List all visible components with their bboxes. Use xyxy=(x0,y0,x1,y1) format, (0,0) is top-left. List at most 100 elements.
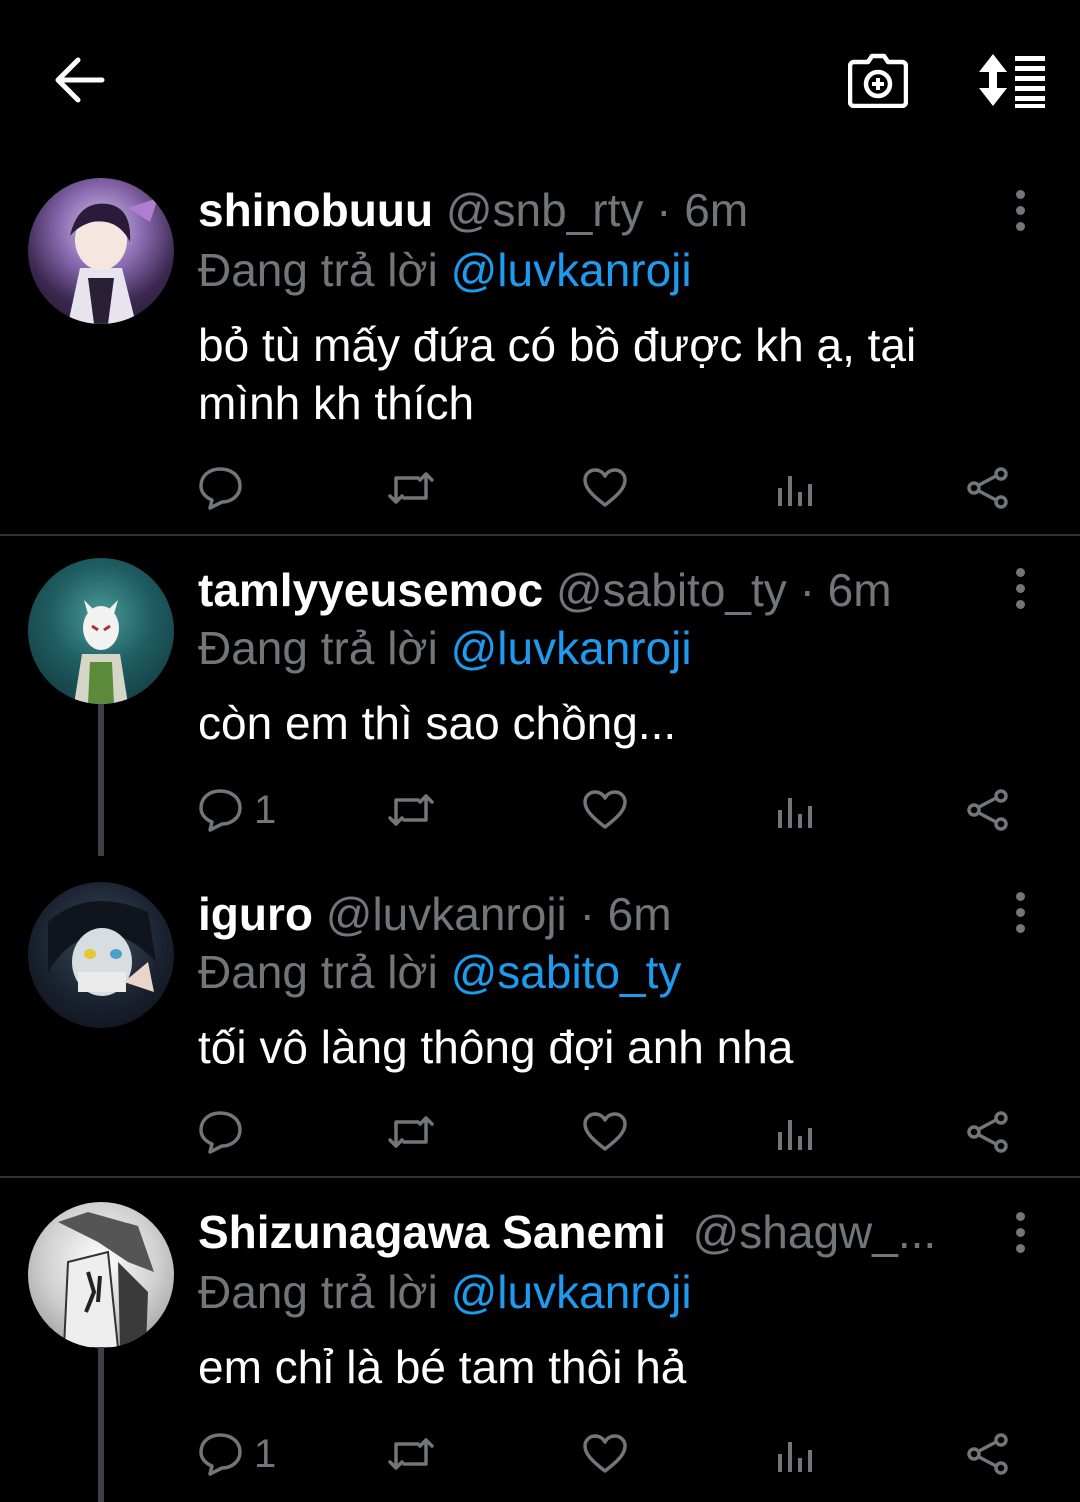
camera-plus-icon xyxy=(848,53,908,108)
avatar-illustration xyxy=(58,1212,154,1348)
display-name[interactable]: iguro xyxy=(198,888,313,940)
analytics-icon xyxy=(778,476,812,506)
reply-count: 1 xyxy=(254,787,277,832)
user-handle[interactable]: @sabito_ty xyxy=(556,564,787,616)
tweet-header: iguro @luvkanroji · 6m xyxy=(198,884,990,944)
heart-icon xyxy=(583,1434,627,1473)
analytics-button[interactable] xyxy=(776,1102,816,1162)
tweet[interactable]: Shizunagawa Sanemi @shagw_... Đang trả l… xyxy=(0,1178,1080,1502)
reply-button[interactable]: 1 xyxy=(198,780,276,840)
more-options-button[interactable] xyxy=(1000,1202,1040,1262)
replying-to: Đang trả lời @luvkanroji xyxy=(198,618,1040,678)
share-button[interactable] xyxy=(966,780,1010,840)
timestamp: · 6m xyxy=(579,888,672,940)
sort-button[interactable] xyxy=(968,44,1058,116)
camera-button[interactable] xyxy=(838,44,918,116)
reply-icon xyxy=(199,1111,242,1154)
avatar-illustration xyxy=(48,901,156,996)
thread-connector xyxy=(98,1348,104,1502)
back-button[interactable] xyxy=(40,40,120,120)
share-button[interactable] xyxy=(966,458,1010,518)
analytics-button[interactable] xyxy=(776,458,816,518)
share-icon xyxy=(967,789,1008,831)
more-dot-icon xyxy=(1015,907,1025,917)
more-dot-icon xyxy=(1015,891,1025,901)
mention-link[interactable]: @sabito_ty xyxy=(451,946,682,998)
user-handle[interactable]: @shagw_... xyxy=(693,1206,937,1258)
display-name[interactable]: shinobuuu xyxy=(198,184,433,236)
retweet-button[interactable] xyxy=(386,780,436,840)
retweet-icon xyxy=(388,794,434,826)
tweet-text: tối vô làng thông đợi anh nha xyxy=(198,1021,794,1073)
replying-label: Đang trả lời xyxy=(198,946,438,998)
like-button[interactable] xyxy=(582,1424,628,1484)
more-dot-icon xyxy=(1015,189,1025,199)
replying-to: Đang trả lời @luvkanroji xyxy=(198,1262,1040,1322)
analytics-button[interactable] xyxy=(776,1424,816,1484)
more-dot-icon xyxy=(1015,923,1025,933)
sort-list-icon xyxy=(979,54,1045,108)
share-icon xyxy=(967,1111,1008,1153)
tweet[interactable]: iguro @luvkanroji · 6m Đang trả lời @sab… xyxy=(0,856,1080,1176)
more-dot-icon xyxy=(1015,1243,1025,1253)
like-button[interactable] xyxy=(582,780,628,840)
tweet-header: tamlyyeusemoc @sabito_ty · 6m xyxy=(198,560,990,620)
avatar[interactable] xyxy=(28,1202,174,1348)
heart-icon xyxy=(583,468,627,507)
timestamp: · 6m xyxy=(799,564,892,616)
reply-icon xyxy=(199,789,242,832)
tweet-header: Shizunagawa Sanemi @shagw_... xyxy=(198,1202,990,1262)
display-name[interactable]: tamlyyeusemoc xyxy=(198,564,543,616)
share-icon xyxy=(967,467,1008,509)
replying-label: Đang trả lời xyxy=(198,1266,438,1318)
more-options-button[interactable] xyxy=(1000,882,1040,942)
mention-link[interactable]: @luvkanroji xyxy=(451,622,692,674)
like-button[interactable] xyxy=(582,458,628,518)
more-dot-icon xyxy=(1015,1227,1025,1237)
more-dot-icon xyxy=(1015,221,1025,231)
retweet-button[interactable] xyxy=(386,458,436,518)
like-button[interactable] xyxy=(582,1102,628,1162)
mention-link[interactable]: @luvkanroji xyxy=(451,244,692,296)
tweet[interactable]: shinobuuu @snb_rty · 6m Đang trả lời @lu… xyxy=(0,160,1080,534)
timestamp: · 6m xyxy=(656,184,749,236)
replying-to: Đang trả lời @sabito_ty xyxy=(198,942,1040,1002)
user-handle[interactable]: @luvkanroji xyxy=(326,888,567,940)
avatar[interactable] xyxy=(28,882,174,1028)
heart-icon xyxy=(583,790,627,829)
display-name[interactable]: Shizunagawa Sanemi xyxy=(198,1206,666,1258)
reply-button[interactable] xyxy=(198,458,254,518)
avatar[interactable] xyxy=(28,178,174,324)
share-button[interactable] xyxy=(966,1102,1010,1162)
replying-label: Đang trả lời xyxy=(198,622,438,674)
share-button[interactable] xyxy=(966,1424,1010,1484)
share-icon xyxy=(967,1433,1008,1475)
retweet-icon xyxy=(388,1438,434,1470)
more-dot-icon xyxy=(1015,599,1025,609)
retweet-icon xyxy=(388,1116,434,1148)
reply-icon xyxy=(199,467,242,510)
more-options-button[interactable] xyxy=(1000,558,1040,618)
analytics-icon xyxy=(778,1120,812,1150)
replying-label: Đang trả lời xyxy=(198,244,438,296)
user-handle[interactable]: @snb_rty xyxy=(446,184,644,236)
retweet-button[interactable] xyxy=(386,1424,436,1484)
arrow-left-icon xyxy=(55,57,105,103)
analytics-button[interactable] xyxy=(776,780,816,840)
reply-button[interactable] xyxy=(198,1102,254,1162)
retweet-icon xyxy=(388,472,434,504)
heart-icon xyxy=(583,1112,627,1151)
tweet[interactable]: tamlyyeusemoc @sabito_ty · 6m Đang trả l… xyxy=(0,536,1080,856)
tweet-text: bỏ tù mấy đứa có bồ được kh ạ, tại mình … xyxy=(198,319,917,429)
mention-link[interactable]: @luvkanroji xyxy=(451,1266,692,1318)
more-dot-icon xyxy=(1015,583,1025,593)
more-dot-icon xyxy=(1015,1211,1025,1221)
avatar[interactable] xyxy=(28,558,174,704)
tweet-actions xyxy=(198,458,1028,518)
more-options-button[interactable] xyxy=(1000,180,1040,240)
retweet-button[interactable] xyxy=(386,1102,436,1162)
avatar-illustration xyxy=(68,198,158,324)
tweet-actions xyxy=(198,1102,1028,1162)
tweet-actions: 1 xyxy=(198,1424,1028,1484)
reply-button[interactable]: 1 xyxy=(198,1424,276,1484)
